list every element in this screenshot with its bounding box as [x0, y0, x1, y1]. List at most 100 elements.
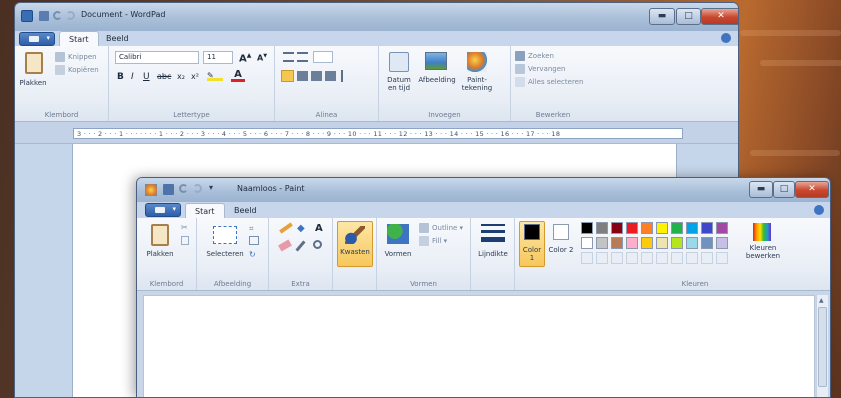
scroll-up-arrow-icon[interactable]: ▲ [819, 297, 824, 304]
close-button[interactable]: ✕ [701, 8, 738, 25]
palette-swatch[interactable] [716, 237, 728, 249]
help-icon[interactable] [721, 33, 731, 43]
tab-beeld[interactable]: Beeld [225, 203, 266, 218]
crop-icon[interactable]: ⌗ [249, 224, 254, 234]
close-button[interactable]: ✕ [795, 181, 829, 198]
line-spacing-icon[interactable] [341, 70, 357, 82]
line-size-button[interactable]: Lijndikte [473, 250, 513, 258]
wordpad-menu-button[interactable] [19, 32, 55, 46]
eraser-icon[interactable] [278, 239, 292, 252]
vertical-scrollbar[interactable]: ▲ [816, 295, 828, 397]
palette-swatch[interactable] [716, 252, 728, 264]
palette-swatch[interactable] [611, 222, 623, 234]
subscript-icon[interactable]: x₂ [177, 72, 185, 81]
paint-drawing-button[interactable]: Paint-tekening [459, 76, 495, 92]
font-name-dropdown[interactable]: Calibri [115, 51, 199, 64]
color-picker-icon[interactable] [295, 240, 306, 252]
paint-titlebar[interactable]: ▾ Naamloos - Paint ▬ □ ✕ [137, 178, 830, 202]
paste-icon[interactable] [151, 224, 169, 246]
palette-swatch[interactable] [701, 222, 713, 234]
align-right-icon[interactable] [311, 71, 322, 81]
paste-button[interactable]: Plakken [141, 250, 179, 258]
save-icon[interactable] [39, 11, 49, 21]
pencil-icon[interactable] [279, 222, 293, 234]
color2-swatch[interactable] [553, 224, 569, 240]
quick-access-dropdown-icon[interactable]: ▾ [209, 183, 213, 192]
bold-icon[interactable]: B [117, 72, 124, 82]
palette-swatch[interactable] [626, 237, 638, 249]
maximize-button[interactable]: □ [676, 8, 701, 25]
save-icon[interactable] [163, 184, 174, 195]
text-icon[interactable]: A [315, 223, 323, 234]
picture-icon[interactable] [425, 52, 447, 70]
font-size-dropdown[interactable]: 11 [203, 51, 233, 64]
copy-icon[interactable] [181, 236, 189, 245]
select-all-button[interactable]: Alles selecteren [515, 77, 583, 88]
list-icon[interactable] [313, 51, 333, 63]
drawing-canvas[interactable] [143, 295, 815, 397]
palette-swatch[interactable] [686, 222, 698, 234]
fill-dropdown[interactable]: Fill ▾ [419, 236, 447, 247]
palette-swatch[interactable] [656, 222, 668, 234]
cut-button[interactable]: Knippen [55, 52, 97, 63]
justify-icon[interactable] [325, 71, 336, 81]
date-time-button[interactable]: Datum en tijd [383, 76, 415, 92]
palette-swatch[interactable] [596, 252, 608, 264]
tab-start[interactable]: Start [59, 31, 99, 46]
wordpad-titlebar[interactable]: Document - WordPad ▬ □ ✕ [15, 3, 738, 31]
paste-icon[interactable] [25, 52, 43, 74]
palette-swatch[interactable] [686, 252, 698, 264]
increase-indent-icon[interactable] [297, 52, 308, 62]
find-button[interactable]: Zoeken [515, 51, 554, 62]
calendar-icon[interactable] [389, 52, 409, 72]
picture-button[interactable]: Afbeelding [415, 76, 459, 84]
replace-button[interactable]: Vervangen [515, 64, 566, 75]
fill-icon[interactable]: ◆ [297, 223, 305, 234]
paint-menu-button[interactable] [145, 203, 181, 217]
palette-swatch[interactable] [656, 237, 668, 249]
tab-beeld[interactable]: Beeld [97, 31, 138, 46]
palette-swatch[interactable] [671, 237, 683, 249]
shrink-font-icon[interactable]: A▼ [257, 53, 267, 63]
line-size-icon[interactable] [481, 224, 505, 244]
palette-swatch[interactable] [656, 252, 668, 264]
tab-start[interactable]: Start [185, 203, 225, 218]
cut-icon[interactable]: ✂ [181, 223, 188, 232]
palette-swatch[interactable] [671, 252, 683, 264]
decrease-indent-icon[interactable] [283, 52, 294, 62]
rotate-icon[interactable]: ↻ [249, 250, 256, 259]
palette-swatch[interactable] [686, 237, 698, 249]
font-color-icon[interactable]: A [231, 70, 245, 82]
paste-button[interactable]: Plakken [15, 79, 51, 87]
shapes-icon[interactable] [387, 224, 409, 244]
highlight-icon[interactable]: ✎ [207, 71, 223, 81]
undo-icon[interactable] [53, 11, 62, 20]
minimize-button[interactable]: ▬ [749, 181, 773, 198]
palette-swatch[interactable] [716, 222, 728, 234]
shapes-button[interactable]: Vormen [379, 250, 417, 258]
magnifier-icon[interactable] [313, 240, 322, 249]
palette-swatch[interactable] [641, 252, 653, 264]
palette-swatch[interactable] [596, 237, 608, 249]
paint-app-icon[interactable] [145, 184, 157, 196]
wordpad-app-icon[interactable] [21, 10, 33, 22]
edit-colors-icon[interactable] [753, 223, 771, 241]
grow-font-icon[interactable]: A▲ [239, 52, 251, 64]
palette-swatch[interactable] [581, 237, 593, 249]
palette-swatch[interactable] [701, 252, 713, 264]
superscript-icon[interactable]: x² [191, 72, 199, 81]
palette-swatch[interactable] [596, 222, 608, 234]
palette-swatch[interactable] [611, 237, 623, 249]
palette-swatch[interactable] [641, 222, 653, 234]
scroll-thumb[interactable] [818, 307, 827, 387]
help-icon[interactable] [814, 205, 824, 215]
strikethrough-icon[interactable]: abc [157, 72, 171, 81]
redo-icon[interactable] [193, 184, 202, 193]
underline-icon[interactable]: U [143, 72, 150, 82]
edit-colors-button[interactable]: Kleuren bewerken [741, 244, 785, 260]
palette-swatch[interactable] [626, 252, 638, 264]
resize-icon[interactable] [249, 236, 259, 245]
undo-icon[interactable] [179, 184, 188, 193]
palette-swatch[interactable] [581, 252, 593, 264]
align-left-icon[interactable] [281, 70, 294, 82]
